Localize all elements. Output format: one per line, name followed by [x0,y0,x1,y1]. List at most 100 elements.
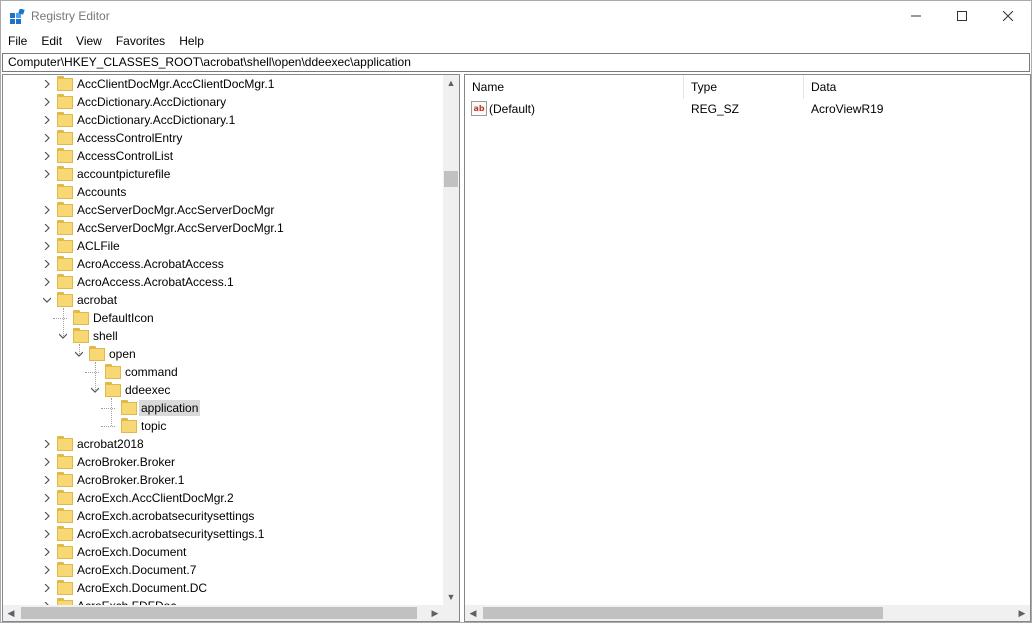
chevron-right-icon[interactable] [41,221,53,235]
menu-file[interactable]: File [1,31,34,52]
chevron-right-icon[interactable] [41,527,53,541]
menu-help[interactable]: Help [172,31,211,52]
tree-node-acrobroker-broker-1[interactable]: AcroBroker.Broker.1 [3,471,443,489]
chevron-right-icon[interactable] [41,437,53,451]
maximize-button[interactable] [939,1,985,31]
chevron-down-icon[interactable] [41,293,53,307]
folder-icon [57,256,73,271]
tree-node-accclientdocmgr-accclientdocmgr-1[interactable]: AccClientDocMgr.AccClientDocMgr.1 [3,75,443,93]
tree-node-command[interactable]: command [3,363,443,381]
tree-node-acroexch-document-dc[interactable]: AcroExch.Document.DC [3,579,443,597]
menu-edit[interactable]: Edit [34,31,69,52]
folder-icon [73,328,89,343]
chevron-right-icon[interactable] [41,77,53,91]
tree-node-accountpicturefile[interactable]: accountpicturefile [3,165,443,183]
folder-icon [57,544,73,559]
tree-node-label: accountpicturefile [77,167,171,181]
folder-icon [57,598,73,605]
tree-node-accesscontrolentry[interactable]: AccessControlEntry [3,129,443,147]
tree-node-acroexch-document-7[interactable]: AcroExch.Document.7 [3,561,443,579]
key-tree-pane: AccClientDocMgr.AccClientDocMgr.1 AccDict… [2,74,460,622]
tree-horizontal-scroll-thumb[interactable] [21,607,417,619]
chevron-right-icon[interactable] [41,95,53,109]
close-button[interactable] [985,1,1031,31]
chevron-right-icon[interactable] [41,275,53,289]
tree-node-acroexch-acrobatsecuritysettings-1[interactable]: AcroExch.acrobatsecuritysettings.1 [3,525,443,543]
scroll-left-arrow-icon[interactable]: ◀ [465,605,481,621]
tree-node-open[interactable]: open [3,345,443,363]
tree-node-acrobat[interactable]: acrobat [3,291,443,309]
tree-node-defaulticon[interactable]: DefaultIcon [3,309,443,327]
chevron-right-icon[interactable] [41,509,53,523]
scroll-up-arrow-icon[interactable]: ▲ [443,75,459,91]
chevron-right-icon[interactable] [41,455,53,469]
tree-node-acroaccess-acrobataccess[interactable]: AcroAccess.AcrobatAccess [3,255,443,273]
tree-node-acroaccess-acrobataccess-1[interactable]: AcroAccess.AcrobatAccess.1 [3,273,443,291]
column-header-type[interactable]: Type [684,75,804,99]
tree-node-aclfile[interactable]: ACLFile [3,237,443,255]
value-data: AcroViewR19 [811,102,884,116]
tree-node-shell[interactable]: shell [3,327,443,345]
chevron-right-icon[interactable] [41,491,53,505]
tree-node-accdictionary-accdictionary[interactable]: AccDictionary.AccDictionary [3,93,443,111]
folder-icon [57,184,73,199]
tree-node-accesscontrollist[interactable]: AccessControlList [3,147,443,165]
chevron-right-icon[interactable] [41,257,53,271]
column-header-data[interactable]: Data [804,75,1030,99]
tree-node-acroexch-fdfdoc[interactable]: AcroExch.FDFDoc [3,597,443,605]
chevron-right-icon[interactable] [41,473,53,487]
tree-node-label: application [139,400,201,416]
tree-node-accounts[interactable]: Accounts [3,183,443,201]
minimize-button[interactable] [893,1,939,31]
tree-connector-line [79,344,80,354]
value-name: (Default) [489,102,536,116]
tree-horizontal-scrollbar[interactable]: ◀ ▶ [3,605,443,621]
folder-icon [105,364,121,379]
tree-node-accserverdocmgr-accserverdocmgr-1[interactable]: AccServerDocMgr.AccServerDocMgr.1 [3,219,443,237]
column-header-name[interactable]: Name [465,75,684,99]
tree-node-label: acrobat [77,293,118,307]
folder-icon [57,436,73,451]
folder-icon [57,490,73,505]
tree-node-label: Accounts [77,185,127,199]
tree-vertical-scroll-thumb[interactable] [444,171,458,187]
tree-node-acrobat2018[interactable]: acrobat2018 [3,435,443,453]
tree-node-topic[interactable]: topic [3,417,443,435]
chevron-right-icon[interactable] [41,167,53,181]
scroll-left-arrow-icon[interactable]: ◀ [3,605,19,621]
tree-vertical-scrollbar[interactable]: ▲ ▼ [443,75,459,605]
tree-node-accdictionary-accdictionary-1[interactable]: AccDictionary.AccDictionary.1 [3,111,443,129]
registry-editor-window: Registry Editor File Edit View Favorites… [0,0,1032,623]
chevron-right-icon[interactable] [41,131,53,145]
tree-node-acroexch-acrobatsecuritysettings[interactable]: AcroExch.acrobatsecuritysettings [3,507,443,525]
address-bar[interactable]: Computer\HKEY_CLASSES_ROOT\acrobat\shell… [2,53,1030,72]
tree-node-ddeexec[interactable]: ddeexec [3,381,443,399]
scroll-right-arrow-icon[interactable]: ▶ [1014,605,1030,621]
folder-icon [121,418,137,433]
menu-favorites[interactable]: Favorites [109,31,172,52]
tree-node-acrobroker-broker[interactable]: AcroBroker.Broker [3,453,443,471]
chevron-right-icon[interactable] [41,545,53,559]
scroll-right-arrow-icon[interactable]: ▶ [427,605,443,621]
tree-node-label: AccDictionary.AccDictionary [77,95,227,109]
chevron-right-icon[interactable] [41,149,53,163]
menu-view[interactable]: View [69,31,109,52]
tree-node-acroexch-document[interactable]: AcroExch.Document [3,543,443,561]
folder-icon [57,274,73,289]
chevron-right-icon[interactable] [41,113,53,127]
tree-connector-line [95,362,96,390]
folder-icon [89,346,105,361]
value-row[interactable]: ab (Default) REG_SZ AcroViewR19 [465,100,1030,118]
chevron-right-icon[interactable] [41,203,53,217]
tree-node-application[interactable]: application [3,399,443,417]
chevron-right-icon[interactable] [41,239,53,253]
list-horizontal-scroll-thumb[interactable] [483,607,883,619]
tree-node-acroexch-accclientdocmgr-2[interactable]: AcroExch.AccClientDocMgr.2 [3,489,443,507]
tree-connector-line [101,426,115,427]
scroll-down-arrow-icon[interactable]: ▼ [443,589,459,605]
tree-node-accserverdocmgr-accserverdocmgr[interactable]: AccServerDocMgr.AccServerDocMgr [3,201,443,219]
chevron-right-icon[interactable] [41,581,53,595]
tree-node-label: open [109,347,136,361]
chevron-right-icon[interactable] [41,563,53,577]
list-horizontal-scrollbar[interactable]: ◀ ▶ [465,605,1030,621]
